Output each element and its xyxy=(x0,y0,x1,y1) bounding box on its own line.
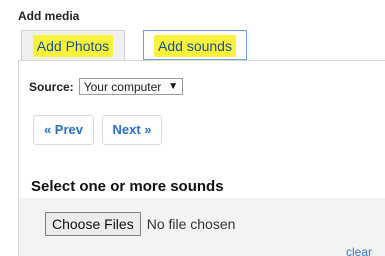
source-row: Source: Your computer ▼ xyxy=(29,78,184,95)
prev-button[interactable]: « Prev xyxy=(33,115,94,145)
file-input-row: Choose Files No file chosen xyxy=(45,212,235,236)
file-status-text: No file chosen xyxy=(146,216,236,232)
clear-link[interactable]: clear xyxy=(346,245,372,256)
choose-files-button[interactable]: Choose Files xyxy=(45,212,141,236)
tab-add-photos[interactable]: Add Photos xyxy=(21,30,125,60)
tab-add-photos-label: Add Photos xyxy=(32,35,114,57)
source-select[interactable]: Your computer ▼ xyxy=(78,78,184,95)
media-panel: Source: Your computer ▼ « Prev Next » Se… xyxy=(18,60,385,256)
section-title: Add media xyxy=(18,9,80,23)
source-select-value: Your computer xyxy=(83,79,162,94)
source-label: Source: xyxy=(29,79,74,94)
upload-area: Choose Files No file chosen clear xyxy=(19,198,385,256)
next-button[interactable]: Next » xyxy=(102,115,162,145)
tab-add-sounds[interactable]: Add sounds xyxy=(143,30,247,60)
dropdown-arrow-icon: ▼ xyxy=(168,80,179,92)
tab-add-sounds-label: Add sounds xyxy=(154,35,236,57)
add-media-widget: Add media Add Photos Add sounds Source: … xyxy=(0,0,385,256)
select-sounds-heading: Select one or more sounds xyxy=(31,178,224,195)
